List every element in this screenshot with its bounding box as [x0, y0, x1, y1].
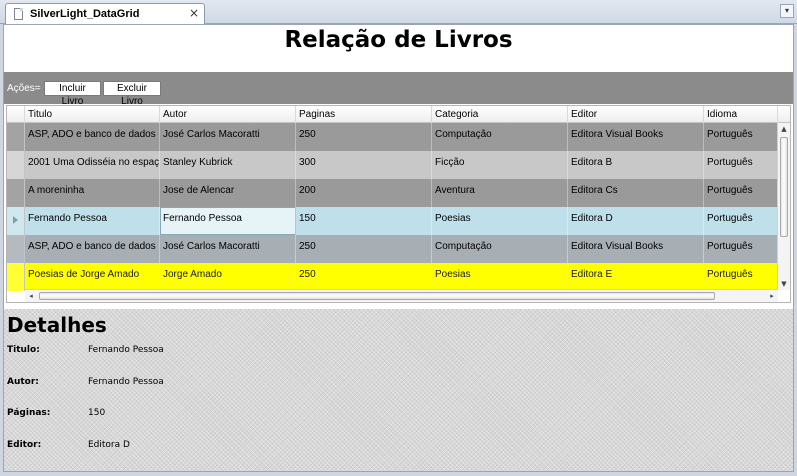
cell-titulo[interactable]: ASP, ADO e banco de dados na Internet [25, 235, 160, 263]
horizontal-scroll-thumb[interactable] [39, 292, 715, 300]
cell-categoria[interactable]: Poesias [432, 207, 568, 235]
current-row-arrow-icon [13, 216, 18, 224]
row-header[interactable] [7, 235, 25, 263]
delete-book-button[interactable]: Excluir Livro [103, 81, 161, 107]
cell-paginas[interactable]: 150 [296, 207, 432, 235]
detail-label-editor: Editor: [7, 440, 42, 450]
cell-idioma[interactable]: Português [704, 207, 778, 235]
page-icon [14, 8, 23, 20]
detail-label-autor: Autor: [7, 377, 39, 387]
cell-paginas[interactable]: 250 [296, 235, 432, 263]
cell-categoria[interactable]: Poesias [432, 263, 568, 291]
column-header-categoria[interactable]: Categoria [432, 106, 568, 123]
tab-silverlight-datagrid[interactable]: SilverLight_DataGrid × [5, 3, 205, 24]
cell-idioma[interactable]: Português [704, 263, 778, 291]
detail-label-paginas: Páginas: [7, 408, 51, 418]
cell-idioma[interactable]: Português [704, 179, 778, 207]
actions-toolbar: Ações= Incluir Livro Excluir Livro [4, 72, 793, 107]
row-header[interactable] [7, 207, 25, 235]
cell-idioma[interactable]: Português [704, 235, 778, 263]
row-header[interactable] [7, 123, 25, 151]
cell-categoria[interactable]: Computação [432, 235, 568, 263]
cell-autor[interactable]: José Carlos Macoratti [160, 235, 296, 263]
table-row[interactable]: ASP, ADO e banco de dados na Internet Jo… [7, 235, 778, 263]
cell-idioma[interactable]: Português [704, 151, 778, 179]
horizontal-scrollbar[interactable]: ◂ ▸ [25, 289, 778, 302]
column-header-autor[interactable]: Autor [160, 106, 296, 123]
cell-editor[interactable]: Editora E [568, 263, 704, 291]
cell-autor[interactable]: José Carlos Macoratti [160, 123, 296, 151]
cell-titulo[interactable]: Fernando Pessoa [25, 207, 160, 235]
cell-titulo[interactable]: 2001 Uma Odisséia no espaço [25, 151, 160, 179]
grid-header: Titulo Autor Paginas Categoria Editor Id… [7, 106, 790, 123]
detail-label-titulo: Titulo: [7, 345, 40, 355]
column-header-paginas[interactable]: Paginas [296, 106, 432, 123]
browser-tab-strip: SilverLight_DataGrid × ▾ [0, 0, 797, 24]
row-header[interactable] [7, 179, 25, 207]
page-title: Relação de Livros [284, 27, 513, 53]
cell-autor[interactable]: Jose de Alencar [160, 179, 296, 207]
cell-editor[interactable]: Editora B [568, 151, 704, 179]
cell-idioma[interactable]: Português [704, 123, 778, 151]
scroll-left-icon[interactable]: ◂ [25, 290, 37, 302]
cell-titulo[interactable]: ASP, ADO e banco de dados na Internet [25, 123, 160, 151]
detail-value-paginas: 150 [88, 408, 106, 418]
table-row-selected[interactable]: Fernando Pessoa Fernando Pessoa 150 Poes… [7, 207, 778, 235]
cell-autor[interactable]: Fernando Pessoa [160, 207, 296, 235]
scroll-right-icon[interactable]: ▸ [766, 290, 778, 302]
cell-editor[interactable]: Editora Visual Books [568, 123, 704, 151]
table-row[interactable]: 2001 Uma Odisséia no espaço Stanley Kubr… [7, 151, 778, 179]
column-header-titulo[interactable]: Titulo [25, 106, 160, 123]
page-content: Relação de Livros Ações= Incluir Livro E… [3, 24, 794, 472]
cell-editor[interactable]: Editora Visual Books [568, 235, 704, 263]
table-row[interactable]: ASP, ADO e banco de dados na Internet Jo… [7, 123, 778, 151]
add-book-button[interactable]: Incluir Livro [44, 81, 101, 107]
cell-editor[interactable]: Editora Cs [568, 179, 704, 207]
detail-value-titulo: Fernando Pessoa [88, 345, 164, 355]
row-header[interactable] [7, 263, 25, 291]
table-row[interactable]: A moreninha Jose de Alencar 200 Aventura… [7, 179, 778, 207]
cell-categoria[interactable]: Ficção [432, 151, 568, 179]
cell-paginas[interactable]: 300 [296, 151, 432, 179]
cell-editor[interactable]: Editora D [568, 207, 704, 235]
column-header-editor[interactable]: Editor [568, 106, 704, 123]
cell-categoria[interactable]: Computação [432, 123, 568, 151]
close-icon[interactable]: × [189, 6, 199, 20]
cell-autor[interactable]: Stanley Kubrick [160, 151, 296, 179]
detail-value-editor: Editora D [88, 440, 130, 450]
scroll-down-icon[interactable]: ▼ [778, 278, 790, 290]
cell-categoria[interactable]: Aventura [432, 179, 568, 207]
vertical-scrollbar[interactable]: ▲ ▼ [777, 123, 790, 290]
details-panel: Detalhes Titulo: Fernando Pessoa Autor: … [4, 309, 793, 471]
cell-paginas[interactable]: 250 [296, 123, 432, 151]
cell-autor[interactable]: Jorge Amado [160, 263, 296, 291]
details-title: Detalhes [7, 313, 107, 337]
vertical-scroll-thumb[interactable] [780, 137, 788, 237]
row-header[interactable] [7, 151, 25, 179]
books-datagrid[interactable]: Titulo Autor Paginas Categoria Editor Id… [6, 105, 791, 303]
tab-title: SilverLight_DataGrid [30, 8, 140, 20]
cell-paginas[interactable]: 250 [296, 263, 432, 291]
cell-titulo[interactable]: A moreninha [25, 179, 160, 207]
column-header-idioma[interactable]: Idioma [704, 106, 778, 123]
grid-header-corner [7, 106, 25, 123]
scroll-up-icon[interactable]: ▲ [778, 123, 790, 135]
cell-titulo[interactable]: Poesias de Jorge Amado [25, 263, 160, 291]
cell-paginas[interactable]: 200 [296, 179, 432, 207]
table-row-highlighted[interactable]: Poesias de Jorge Amado Jorge Amado 250 P… [7, 263, 778, 291]
detail-value-autor: Fernando Pessoa [88, 377, 164, 387]
actions-label: Ações= [7, 83, 41, 94]
tab-menu-chevron-icon[interactable]: ▾ [780, 4, 794, 18]
